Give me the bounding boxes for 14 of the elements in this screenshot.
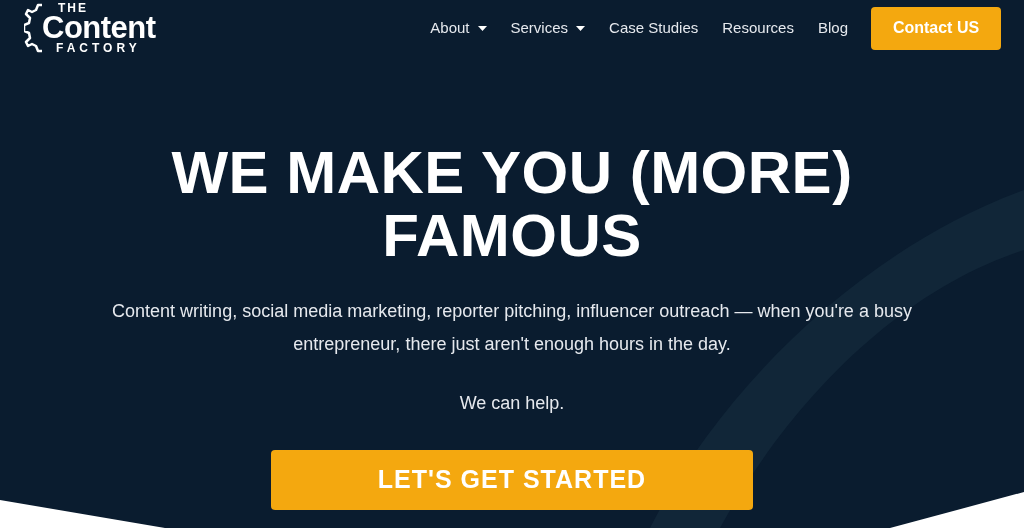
logo-text: THE <box>58 2 89 14</box>
hero-subtitle: Content writing, social media marketing, reporter pitching, influencer outreach — when you're a busy entrepreneur, there just aren't enough hours in the day. <box>111 300 913 356</box>
nav-link[interactable]: About <box>430 16 487 40</box>
caret-icon <box>576 25 586 31</box>
hero-title: WE MAKE YOU (MORE) FAMOUS <box>170 141 854 267</box>
gear-icon <box>24 1 44 55</box>
caret-icon <box>477 25 487 31</box>
nav-link[interactable]: Blog <box>817 16 848 40</box>
nav-link[interactable]: Services <box>510 16 586 40</box>
nav-link[interactable]: Resources <box>722 16 794 40</box>
hero-note: We can help. <box>459 392 565 415</box>
nav-link[interactable]: Case Studies <box>609 16 699 40</box>
logo-text: Content <box>42 14 156 42</box>
logo-text: FACTORY <box>56 42 142 54</box>
